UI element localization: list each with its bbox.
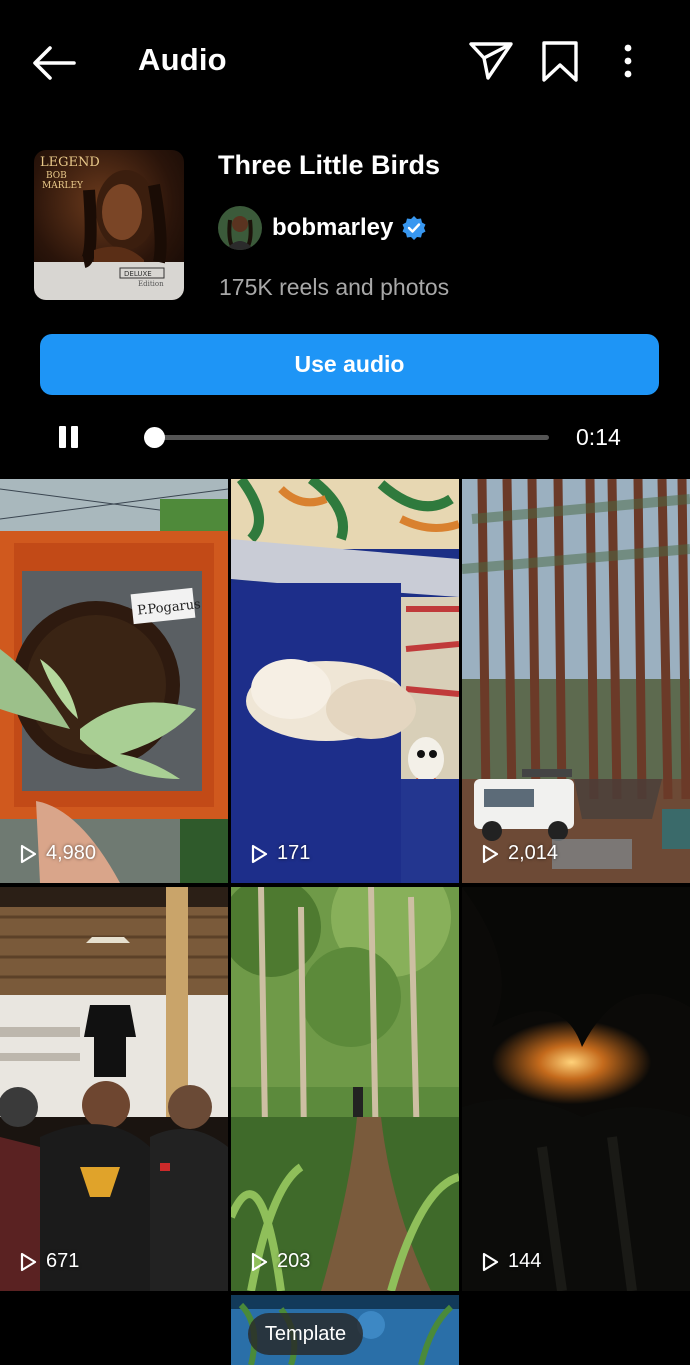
album-cover: LEGEND BOB MARLEY DELUXE Edition (34, 150, 184, 300)
play-count: 671 (18, 1250, 79, 1273)
artist-name: bobmarley (272, 214, 394, 241)
arrow-left-icon (33, 46, 76, 80)
more-options-button[interactable] (612, 38, 644, 84)
paper-plane-icon (469, 42, 513, 80)
song-title: Three Little Birds (218, 150, 441, 180)
reel-thumbnail[interactable]: 144 (462, 887, 690, 1291)
audio-progress-track[interactable] (144, 427, 549, 448)
pause-icon (59, 426, 66, 448)
verified-badge-icon (402, 216, 426, 240)
back-button[interactable] (28, 40, 80, 86)
bookmark-icon (542, 41, 578, 82)
reel-thumbnail[interactable]: 171 (231, 479, 459, 883)
cover-badge-text: DELUXE (124, 270, 152, 278)
share-button[interactable] (466, 38, 516, 84)
play-count-value: 144 (508, 1250, 542, 1272)
play-count-value: 171 (277, 842, 311, 864)
play-icon (20, 844, 37, 863)
play-count: 171 (249, 842, 310, 865)
more-vertical-icon (624, 44, 632, 78)
play-icon (251, 844, 268, 863)
audio-scrubber-handle[interactable] (144, 427, 166, 448)
play-count-value: 671 (46, 1250, 80, 1272)
top-bar: Audio (0, 0, 690, 124)
use-audio-button[interactable]: Use audio (40, 334, 659, 395)
reel-thumbnail[interactable]: 671 (0, 887, 228, 1291)
template-badge: Template (248, 1313, 363, 1355)
save-audio-button[interactable] (538, 38, 582, 84)
cover-artist-text-2: MARLEY (42, 181, 84, 191)
cover-title-text: LEGEND (40, 155, 100, 170)
reel-thumbnail[interactable]: P.Pogarus 4,980 (0, 479, 228, 883)
play-icon (251, 1252, 268, 1271)
playback-time: 0:14 (576, 424, 621, 450)
play-count-value: 203 (277, 1250, 311, 1272)
reel-thumbnail[interactable]: 2,014 (462, 479, 690, 883)
play-count: 144 (480, 1250, 541, 1273)
cover-edition-text: Edition (138, 280, 164, 288)
play-icon (482, 1252, 499, 1271)
page-title: Audio (138, 42, 227, 77)
play-icon (20, 1252, 37, 1271)
play-count: 203 (249, 1250, 310, 1273)
play-count: 2,014 (480, 842, 558, 865)
avatar (218, 206, 262, 250)
reels-count: 175K reels and photos (219, 274, 450, 300)
play-count-value: 4,980 (46, 842, 97, 864)
play-count-value: 2,014 (508, 842, 559, 864)
artist-profile-link[interactable]: bobmarley (218, 206, 427, 250)
reel-thumbnail[interactable]: 203 (231, 887, 459, 1291)
cover-artist-text-1: BOB (46, 171, 67, 181)
play-icon (482, 844, 499, 863)
pause-button[interactable] (56, 424, 82, 452)
play-count: 4,980 (18, 842, 96, 865)
